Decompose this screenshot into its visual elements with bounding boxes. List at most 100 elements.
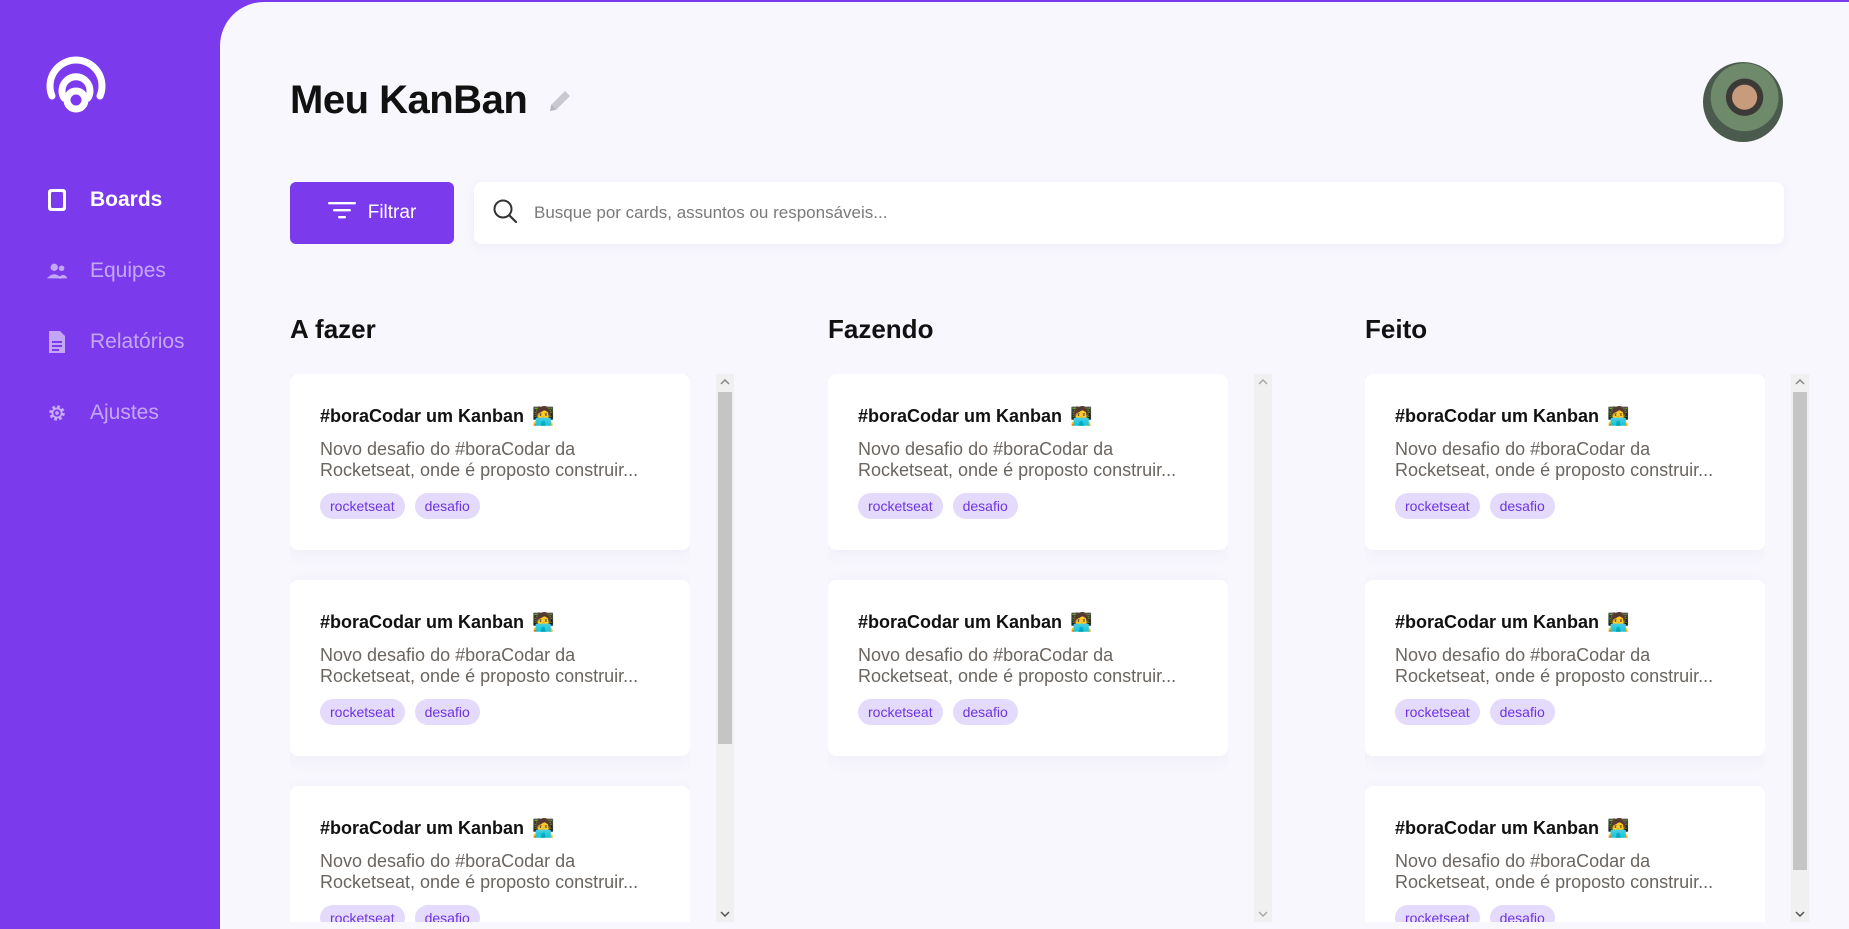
card-title: #boraCodar um Kanban 🧑‍💻	[320, 406, 660, 427]
sidebar-nav: Boards Equipes Relatórios Ajustes	[44, 180, 185, 464]
column-scrollbar[interactable]	[1254, 374, 1272, 922]
tag-badge[interactable]: rocketseat	[1395, 699, 1480, 725]
card-title-text: #boraCodar um Kanban	[1395, 406, 1600, 426]
tag-badge[interactable]: desafio	[414, 699, 480, 725]
card-tags: rocketseat desafio	[320, 905, 660, 922]
card-tags: rocketseat desafio	[858, 493, 1198, 519]
card-title-text: #boraCodar um Kanban	[1395, 818, 1600, 838]
technologist-icon: 🧑‍💻	[1070, 406, 1093, 426]
technologist-icon: 🧑‍💻	[532, 818, 555, 838]
app-logo-icon[interactable]	[44, 42, 108, 114]
card-tags: rocketseat desafio	[320, 699, 660, 725]
sidebar-item-label: Boards	[90, 188, 163, 211]
card-tags: rocketseat desafio	[320, 493, 660, 519]
column-scrollbar[interactable]	[716, 374, 734, 922]
kanban-card[interactable]: #boraCodar um Kanban 🧑‍💻 Novo desafio do …	[1365, 580, 1765, 756]
kanban-card[interactable]: #boraCodar um Kanban 🧑‍💻 Novo desafio do …	[828, 374, 1228, 550]
filter-button-label: Filtrar	[367, 202, 417, 223]
avatar[interactable]	[1703, 62, 1783, 142]
tag-badge[interactable]: desafio	[952, 699, 1018, 725]
card-title-text: #boraCodar um Kanban	[320, 818, 525, 838]
sidebar-item-equipes[interactable]: Equipes	[44, 251, 185, 291]
kanban-card[interactable]: #boraCodar um Kanban 🧑‍💻 Novo desafio do …	[1365, 374, 1765, 550]
scroll-down-icon[interactable]	[716, 906, 734, 922]
card-tags: rocketseat desafio	[1395, 905, 1735, 922]
main-content: Meu KanBan Filtrar A fazer #boraCodar um…	[220, 2, 1849, 929]
sidebar-item-ajustes[interactable]: Ajustes	[44, 393, 185, 433]
card-description: Novo desafio do #boraCodar da Rocketseat…	[320, 439, 639, 480]
scrollbar-thumb[interactable]	[718, 392, 732, 744]
column-a-fazer: A fazer #boraCodar um Kanban 🧑‍💻 Novo des…	[290, 312, 750, 929]
technologist-icon: 🧑‍💻	[1607, 406, 1630, 426]
card-title-text: #boraCodar um Kanban	[1395, 612, 1600, 632]
tag-badge[interactable]: rocketseat	[858, 493, 943, 519]
scroll-up-icon[interactable]	[1791, 374, 1809, 390]
board-icon	[44, 187, 70, 213]
card-title: #boraCodar um Kanban 🧑‍💻	[320, 612, 660, 633]
column-fazendo: Fazendo #boraCodar um Kanban 🧑‍💻 Novo des…	[828, 312, 1288, 929]
card-title: #boraCodar um Kanban 🧑‍💻	[1395, 406, 1735, 427]
scroll-down-icon[interactable]	[1791, 906, 1809, 922]
filter-button[interactable]: Filtrar	[290, 182, 454, 244]
card-title-text: #boraCodar um Kanban	[858, 406, 1063, 426]
column-feito: Feito #boraCodar um Kanban 🧑‍💻 Novo desaf…	[1365, 312, 1825, 929]
search-box[interactable]	[474, 182, 1784, 244]
card-title: #boraCodar um Kanban 🧑‍💻	[1395, 818, 1735, 839]
tag-badge[interactable]: desafio	[414, 493, 480, 519]
tag-badge[interactable]: rocketseat	[320, 905, 405, 922]
report-icon	[44, 329, 70, 355]
scroll-up-icon[interactable]	[1254, 374, 1272, 390]
sidebar-item-label: Relatórios	[90, 330, 185, 353]
sidebar-item-label: Ajustes	[90, 401, 159, 424]
tag-badge[interactable]: rocketseat	[858, 699, 943, 725]
tag-badge[interactable]: rocketseat	[320, 699, 405, 725]
technologist-icon: 🧑‍💻	[532, 406, 555, 426]
tag-badge[interactable]: desafio	[1489, 699, 1555, 725]
tag-badge[interactable]: desafio	[1489, 905, 1555, 922]
scrollbar-thumb[interactable]	[1793, 392, 1807, 870]
tag-badge[interactable]: desafio	[952, 493, 1018, 519]
column-title: A fazer	[290, 314, 376, 344]
card-list: #boraCodar um Kanban 🧑‍💻 Novo desafio do …	[290, 374, 690, 922]
sidebar: Boards Equipes Relatórios Ajustes	[0, 0, 220, 929]
tag-badge[interactable]: desafio	[414, 905, 480, 922]
page-title: Meu KanBan	[290, 78, 528, 122]
card-tags: rocketseat desafio	[1395, 493, 1735, 519]
tag-badge[interactable]: rocketseat	[1395, 493, 1480, 519]
filter-icon	[327, 200, 356, 226]
card-description: Novo desafio do #boraCodar da Rocketseat…	[1395, 851, 1714, 892]
card-title: #boraCodar um Kanban 🧑‍💻	[1395, 612, 1735, 633]
card-title-text: #boraCodar um Kanban	[320, 406, 525, 426]
kanban-card[interactable]: #boraCodar um Kanban 🧑‍💻 Novo desafio do …	[1365, 786, 1765, 922]
gear-icon	[44, 400, 70, 426]
card-tags: rocketseat desafio	[1395, 699, 1735, 725]
card-description: Novo desafio do #boraCodar da Rocketseat…	[320, 645, 639, 686]
column-title: Feito	[1365, 314, 1428, 344]
tag-badge[interactable]: rocketseat	[1395, 905, 1480, 922]
sidebar-item-boards[interactable]: Boards	[44, 180, 185, 220]
card-title: #boraCodar um Kanban 🧑‍💻	[858, 612, 1198, 633]
scroll-up-icon[interactable]	[716, 374, 734, 390]
kanban-card[interactable]: #boraCodar um Kanban 🧑‍💻 Novo desafio do …	[290, 786, 690, 922]
technologist-icon: 🧑‍💻	[1607, 818, 1630, 838]
card-title-text: #boraCodar um Kanban	[320, 612, 525, 632]
card-list: #boraCodar um Kanban 🧑‍💻 Novo desafio do …	[828, 374, 1228, 922]
card-description: Novo desafio do #boraCodar da Rocketseat…	[858, 439, 1177, 480]
card-description: Novo desafio do #boraCodar da Rocketseat…	[320, 851, 639, 892]
pencil-icon[interactable]	[543, 84, 577, 118]
search-input[interactable]	[534, 203, 1734, 223]
title-row: Meu KanBan	[290, 78, 577, 123]
technologist-icon: 🧑‍💻	[1607, 612, 1630, 632]
kanban-card[interactable]: #boraCodar um Kanban 🧑‍💻 Novo desafio do …	[290, 580, 690, 756]
column-scrollbar[interactable]	[1791, 374, 1809, 922]
team-icon	[44, 258, 70, 284]
kanban-card[interactable]: #boraCodar um Kanban 🧑‍💻 Novo desafio do …	[290, 374, 690, 550]
kanban-card[interactable]: #boraCodar um Kanban 🧑‍💻 Novo desafio do …	[828, 580, 1228, 756]
scroll-down-icon[interactable]	[1254, 906, 1272, 922]
column-title: Fazendo	[828, 314, 934, 344]
sidebar-item-relatorios[interactable]: Relatórios	[44, 322, 185, 362]
tag-badge[interactable]: rocketseat	[320, 493, 405, 519]
sidebar-item-label: Equipes	[90, 259, 166, 282]
tag-badge[interactable]: desafio	[1489, 493, 1555, 519]
card-title-text: #boraCodar um Kanban	[858, 612, 1063, 632]
